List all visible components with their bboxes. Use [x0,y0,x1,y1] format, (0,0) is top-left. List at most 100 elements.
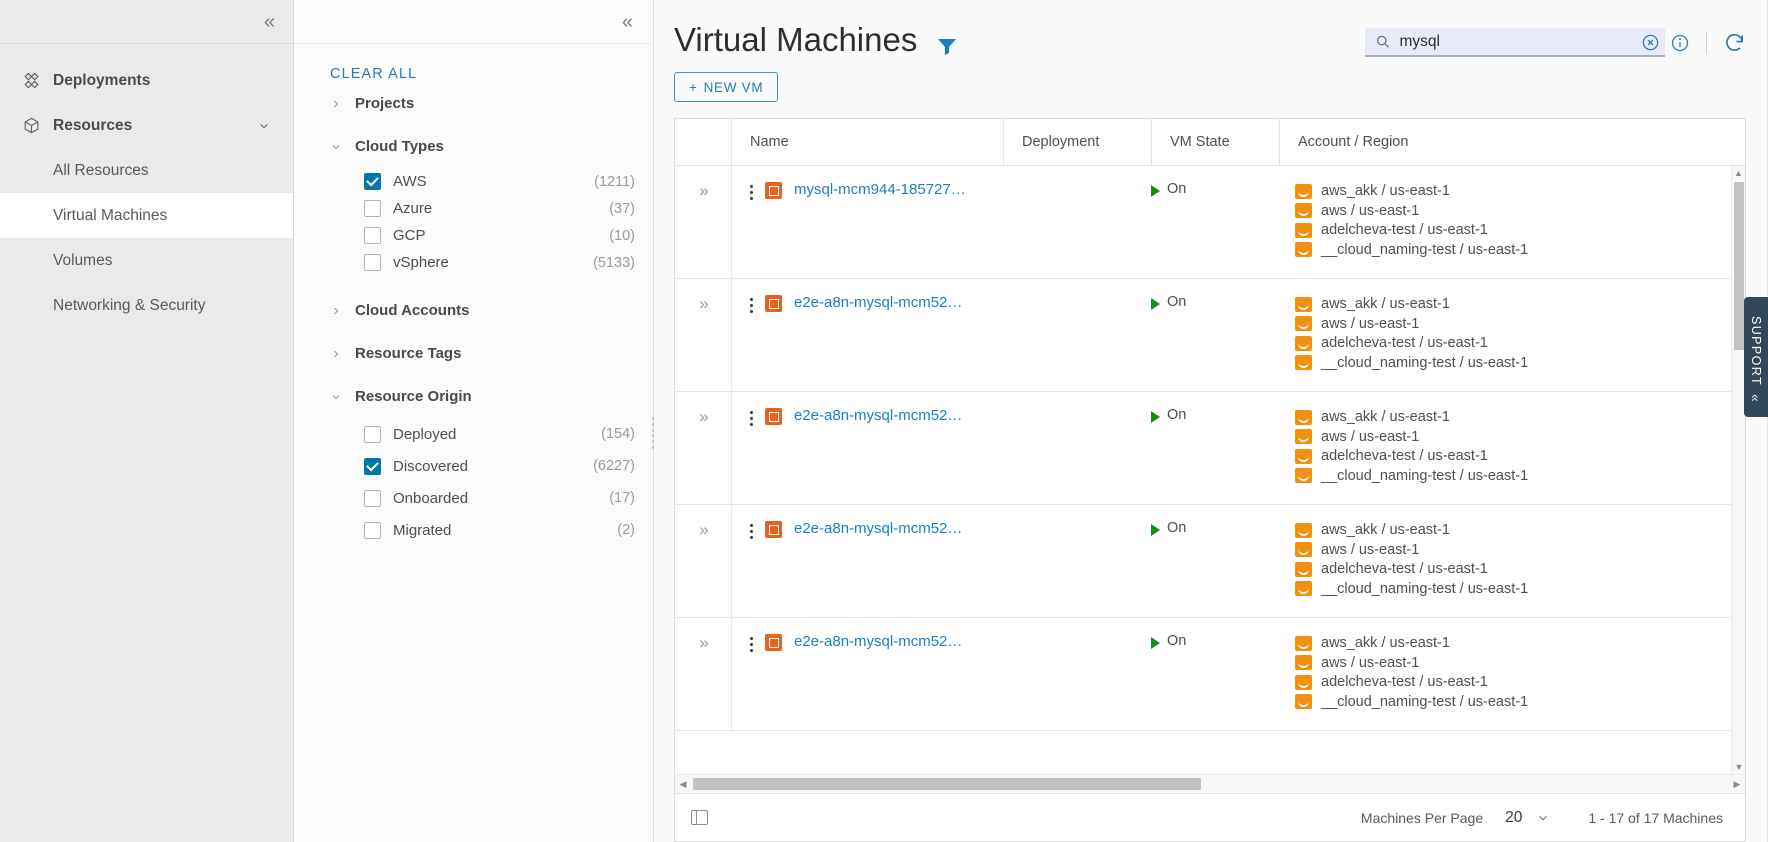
sidebar-item-resources[interactable]: Resources [0,103,293,148]
table-vertical-scrollbar[interactable]: ▲ ▼ [1731,166,1745,774]
kebab-menu-icon[interactable] [750,633,753,653]
checkbox-deployed[interactable] [364,425,381,443]
checkbox-gcp[interactable] [364,227,381,244]
scroll-left-arrow-icon[interactable]: ◀ [675,779,691,790]
chevron-down-icon[interactable] [257,119,271,133]
table-header-name[interactable]: Name [731,119,1003,166]
filter-group-header-resource-tags[interactable]: Resource Tags [330,332,635,375]
column-picker-icon[interactable] [691,810,708,825]
kebab-menu-icon[interactable] [750,294,753,314]
filter-group-header-resource-origin[interactable]: Resource Origin [330,375,635,418]
account-region-line: __cloud_naming-test / us-east-1 [1295,353,1745,373]
search-input[interactable] [1399,32,1655,51]
checkbox-onboarded[interactable] [364,489,381,507]
scroll-down-arrow-icon[interactable]: ▼ [1732,760,1745,774]
vm-name-link[interactable]: e2e-a8n-mysql-mcm52… [794,294,962,311]
vm-name-link[interactable]: e2e-a8n-mysql-mcm52… [794,520,962,537]
filter-group-header-projects[interactable]: Projects [330,82,635,125]
new-vm-row: + NEW VM [662,58,1768,103]
vm-name-link[interactable]: e2e-a8n-mysql-mcm52… [794,633,962,650]
filter-group-header-cloud-types[interactable]: Cloud Types [330,125,635,168]
account-region-line: aws / us-east-1 [1295,427,1745,447]
sidebar-item-volumes[interactable]: Volumes [0,238,293,283]
table-row[interactable]: » e2e-a8n-mysql-mcm52… On aws_akk / us-e… [675,392,1745,506]
nav-collapse-chevron-double-left-icon[interactable]: « [264,12,275,32]
clear-all-button[interactable]: CLEAR ALL [294,44,653,82]
kebab-menu-icon[interactable] [750,520,753,540]
vertical-scroll-thumb[interactable] [1734,182,1744,351]
row-expand-icon[interactable]: » [675,618,731,730]
checkbox-aws[interactable] [364,173,381,190]
filter-option-discovered[interactable]: Discovered (6227) [330,450,635,482]
sidebar-item-deployments[interactable]: Deployments [0,58,293,103]
search-info-button[interactable] [1670,33,1690,53]
filter-group-title-resource-origin: Resource Origin [355,388,472,405]
checkbox-migrated[interactable] [364,521,381,539]
row-deployment-cell [1003,505,1151,617]
app-root: « Deployments Resources All Resources Vi… [0,0,1768,842]
horizontal-scroll-thumb[interactable] [693,778,1201,790]
scroll-up-arrow-icon[interactable]: ▲ [1732,166,1745,180]
clear-circle-x-icon [1642,34,1659,51]
table-row[interactable]: » mysql-mcm944-185727… On aws_akk / us-e… [675,166,1745,280]
account-region-text: aws_akk / us-east-1 [1321,635,1450,652]
row-deployment-cell [1003,279,1151,391]
aws-icon [1295,183,1312,199]
row-deployment-cell [1003,166,1151,278]
support-tab[interactable]: SUPPORT « [1744,297,1768,417]
table-header-deployment[interactable]: Deployment [1003,119,1151,166]
vm-name-link[interactable]: mysql-mcm944-185727… [794,181,966,198]
checkbox-vsphere[interactable] [364,254,381,271]
table-row[interactable]: » e2e-a8n-mysql-mcm52… On aws_akk / us-e… [675,279,1745,393]
sidebar-item-label-resources: Resources [53,116,133,134]
account-region-line: __cloud_naming-test / us-east-1 [1295,240,1745,260]
table-row[interactable]: » e2e-a8n-mysql-mcm52… On aws_akk / us-e… [675,618,1745,732]
kebab-menu-icon[interactable] [750,407,753,427]
scroll-right-arrow-icon[interactable]: ▶ [1729,779,1745,790]
filter-collapse-chevron-double-left-icon[interactable]: « [622,12,633,32]
machines-per-page-value[interactable]: 20 [1505,809,1522,827]
chevron-down-icon [332,144,340,149]
filter-option-deployed[interactable]: Deployed (154) [330,418,635,450]
filter-group-cloud-types: Cloud Types AWS (1211) Azure (37) GCP (1… [294,125,653,276]
account-region-text: aws_akk / us-east-1 [1321,409,1450,426]
kebab-menu-icon[interactable] [750,181,753,201]
virtual-machine-icon [765,408,782,426]
row-account-region-cell: aws_akk / us-east-1 aws / us-east-1 adel… [1279,505,1745,617]
search-clear-button[interactable] [1641,33,1660,52]
table-horizontal-scrollbar[interactable]: ◀ ▶ [675,774,1745,793]
account-region-line: adelcheva-test / us-east-1 [1295,220,1745,240]
search-box[interactable] [1365,28,1665,57]
filter-group-header-cloud-accounts[interactable]: Cloud Accounts [330,289,635,332]
filter-option-azure[interactable]: Azure (37) [330,195,635,222]
aws-icon [1295,468,1312,484]
header-divider [1706,31,1707,54]
checkbox-discovered[interactable] [364,457,381,475]
table-header-vm-state[interactable]: VM State [1151,119,1279,166]
sidebar-item-networking-security[interactable]: Networking & Security [0,283,293,328]
row-expand-icon[interactable]: » [675,166,731,278]
chevron-right-icon [334,307,339,314]
vm-name-link[interactable]: e2e-a8n-mysql-mcm52… [794,407,962,424]
row-account-region-cell: aws_akk / us-east-1 aws / us-east-1 adel… [1279,279,1745,391]
table-header-account-region[interactable]: Account / Region [1279,119,1745,166]
filter-option-onboarded[interactable]: Onboarded (17) [330,482,635,514]
row-expand-icon[interactable]: » [675,279,731,391]
checkbox-azure[interactable] [364,200,381,217]
table-row[interactable]: » e2e-a8n-mysql-mcm52… On aws_akk / us-e… [675,505,1745,619]
new-vm-button[interactable]: + NEW VM [674,72,779,103]
refresh-button[interactable] [1723,31,1746,54]
filter-option-gcp[interactable]: GCP (10) [330,222,635,249]
filter-option-vsphere[interactable]: vSphere (5133) [330,249,635,276]
sidebar-item-all-resources[interactable]: All Resources [0,148,293,193]
aws-icon [1295,522,1312,538]
row-expand-icon[interactable]: » [675,392,731,504]
chevron-down-icon[interactable] [1536,811,1550,825]
filter-option-migrated[interactable]: Migrated (2) [330,514,635,546]
row-expand-icon[interactable]: » [675,505,731,617]
sidebar-item-virtual-machines[interactable]: Virtual Machines [0,193,293,238]
aws-icon [1295,561,1312,577]
funnel-filter-icon[interactable] [935,34,959,58]
play-triangle-icon [1151,185,1160,198]
filter-option-aws[interactable]: AWS (1211) [330,168,635,195]
